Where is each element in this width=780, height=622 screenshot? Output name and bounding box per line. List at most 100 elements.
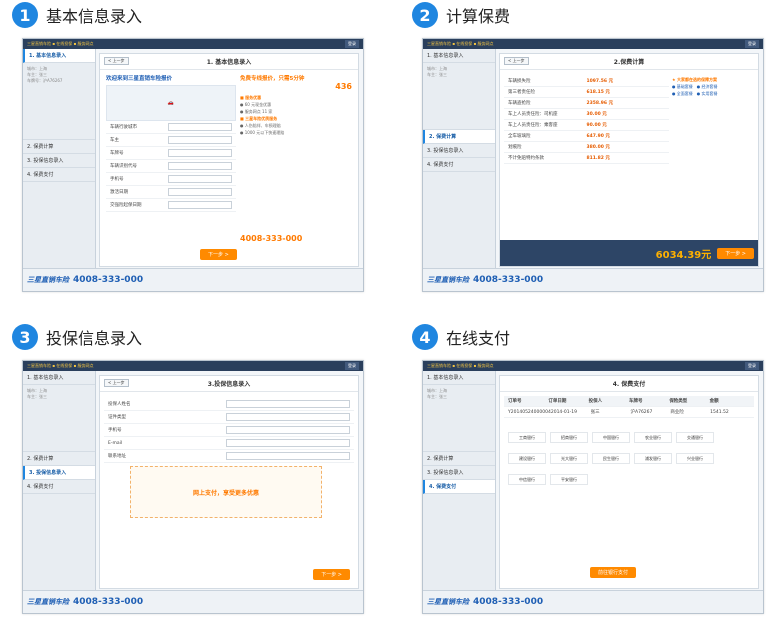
form-row: 交强险起保日期 [106, 199, 236, 212]
field-input[interactable] [226, 400, 350, 408]
coverage-price: 811.82 元 [586, 156, 610, 161]
field-input[interactable] [168, 175, 232, 183]
bank-option[interactable]: 交通银行 [676, 432, 714, 443]
sidebar-item-quote[interactable]: 2. 保费计算 [23, 140, 95, 154]
form-row: 车辆识别代号 [106, 160, 236, 173]
car-image: 🚗 [106, 85, 236, 121]
sidebar-item-pay[interactable]: 4. 保费支付 [23, 480, 95, 494]
sidebar-item-basic[interactable]: 1. 基本信息录入 [23, 49, 95, 63]
next-button[interactable]: 下一步 > [313, 569, 350, 580]
sidebar-item-insure[interactable]: 3. 投保信息录入 [23, 466, 95, 480]
footer-hotline: 4008-333-000 [73, 275, 144, 285]
bank-option[interactable]: 兴业银行 [676, 453, 714, 464]
field-label: 证件类型 [108, 415, 126, 420]
sidebar-item-basic[interactable]: 1. 基本信息录入 [23, 371, 95, 385]
step-4: 4 在线支付 三星直销车险 ▪ 在线投保 ▪ 服务网点 登录 1. 基本信息录入 城… [400, 322, 770, 622]
order-col: 金额 [709, 399, 719, 404]
coverage-price: 618.15 元 [586, 90, 610, 95]
field-label: E-mail [108, 440, 123, 446]
banner-text: 网上支付，享受更多优惠 [192, 489, 259, 497]
field-input[interactable] [168, 136, 232, 144]
field-input[interactable] [226, 439, 350, 447]
login-button[interactable]: 登录 [745, 362, 759, 370]
sidebar-item-quote[interactable]: 2. 保费计算 [423, 130, 495, 144]
panel-title: 4. 保费支付 [500, 376, 758, 392]
coverage-row[interactable]: 车辆盗抢险 2358.96 元 [504, 98, 669, 109]
bank-option[interactable]: 建设银行 [508, 453, 546, 464]
back-button[interactable]: < 上一步 [104, 57, 129, 65]
sidebar-item-quote[interactable]: 2. 保费计算 [23, 452, 95, 466]
main-panel: 3.投保信息录入 < 上一步 投保人姓名 证件类型 手机号 E-mail 联系地址 网上… [99, 375, 359, 589]
coverage-name: 全车玻璃险 [508, 134, 531, 139]
field-input[interactable] [226, 452, 350, 460]
field-input[interactable] [168, 162, 232, 170]
coverage-row[interactable]: 车辆损失险 1097.56 元 [504, 76, 669, 87]
bank-option[interactable]: 光大银行 [550, 453, 588, 464]
main-panel: 1. 基本信息录入 < 上一步 欢迎来到三星直销车险报价 🚗 车辆行驶城市 车主车… [99, 53, 359, 267]
bank-option[interactable]: 民生银行 [592, 453, 630, 464]
order-table: 订单号 订单日期 投保人 车牌号 保险类型 金额 Y20140524000004 2014-… [504, 396, 754, 418]
step-1: 1 基本信息录入 三星直销车险 ▪ 在线投保 ▪ 服务网点 登录 1. 基本信息录入… [0, 0, 370, 300]
sidebar-item-basic[interactable]: 1. 基本信息录入 [423, 49, 495, 63]
next-button[interactable]: 下一步 > [200, 249, 237, 260]
sidebar: 1. 基本信息录入 城市：上海 车主：张三 2. 保费计算 3. 投保信息录入 4… [23, 371, 96, 591]
benefits-list: ■ 服务优惠 ● 60 元现金优惠 ● 服务网点 11 家 ■ 三星车险优质服务 … [240, 95, 285, 135]
bank-option[interactable]: 招商银行 [550, 432, 588, 443]
form-row: 手机号 [104, 424, 354, 437]
sidebar-item-pay[interactable]: 4. 保费支付 [423, 480, 495, 494]
main-panel: 4. 保费支付 订单号 订单日期 投保人 车牌号 保险类型 金额 Y20140524000… [499, 375, 759, 589]
brand-logo: 三星直销车险 [427, 598, 469, 606]
total-bar: 6034.39元 下一步 > [500, 240, 758, 266]
field-input[interactable] [226, 413, 350, 421]
sidebar-item-pay[interactable]: 4. 保费支付 [423, 158, 495, 172]
coverage-name: 车上人员责任险：司机座 [508, 112, 558, 117]
coverage-name: 车辆损失险 [508, 79, 531, 84]
panel-title: 1. 基本信息录入 [100, 54, 358, 70]
bank-option[interactable]: 浦发银行 [634, 453, 672, 464]
sidebar-item-basic[interactable]: 1. 基本信息录入 [423, 371, 495, 385]
coverage-price: 380.00 元 [586, 145, 610, 150]
order-val: 1541.52 [710, 409, 729, 415]
coverage-row[interactable]: 第三者责任险 618.15 元 [504, 87, 669, 98]
field-input[interactable] [226, 426, 350, 434]
field-input[interactable] [168, 201, 232, 209]
bank-option[interactable]: 中信银行 [508, 474, 546, 485]
field-input[interactable] [168, 123, 232, 131]
coverage-row[interactable]: 划痕险 380.00 元 [504, 142, 669, 153]
sidebar-item-insure[interactable]: 3. 投保信息录入 [423, 466, 495, 480]
login-button[interactable]: 登录 [345, 40, 359, 48]
coverage-row[interactable]: 全车玻璃险 647.90 元 [504, 131, 669, 142]
sidebar-item-quote[interactable]: 2. 保费计算 [423, 452, 495, 466]
coverage-row[interactable]: 车上人员责任险：乘客座 90.00 元 [504, 120, 669, 131]
back-button[interactable]: < 上一步 [104, 379, 129, 387]
brand-logo: 三星直销车险 [427, 276, 469, 284]
bank-list: 工商银行 招商银行 中国银行 农业银行 交通银行建设银行 光大银行 民生银行 浦发银行 兴业银行… [506, 424, 752, 487]
back-button[interactable]: < 上一步 [504, 57, 529, 65]
bank-option[interactable]: 农业银行 [634, 432, 672, 443]
login-button[interactable]: 登录 [345, 362, 359, 370]
coverage-name: 划痕险 [508, 145, 522, 150]
order-val: 沪A76267 [630, 410, 653, 415]
step-2: 2 计算保费 三星直销车险 ▪ 在线投保 ▪ 服务网点 登录 1. 基本信息录入 城… [400, 0, 770, 300]
field-input[interactable] [168, 149, 232, 157]
coverage-price: 90.00 元 [586, 123, 607, 128]
coverage-row[interactable]: 车上人员责任险：司机座 30.00 元 [504, 109, 669, 120]
bank-option[interactable]: 平安银行 [550, 474, 588, 485]
coverage-row[interactable]: 不计免赔特约条款 811.82 元 [504, 153, 669, 164]
pay-button[interactable]: 前往银行支付 [590, 567, 637, 578]
field-label: 激活日期 [110, 190, 128, 195]
footer-hotline: 4008-333-000 [473, 597, 544, 607]
login-button[interactable]: 登录 [745, 40, 759, 48]
sidebar-item-insure[interactable]: 3. 投保信息录入 [423, 144, 495, 158]
bank-option[interactable]: 中国银行 [592, 432, 630, 443]
next-button[interactable]: 下一步 > [717, 247, 754, 259]
sidebar-item-pay[interactable]: 4. 保费支付 [23, 168, 95, 182]
brand-logo: 三星直销车险 [27, 598, 69, 606]
step-number: 4 [412, 324, 438, 350]
field-input[interactable] [168, 188, 232, 196]
bank-option[interactable]: 工商银行 [508, 432, 546, 443]
sidebar-item-insure[interactable]: 3. 投保信息录入 [23, 154, 95, 168]
coverage-price: 1097.56 元 [586, 79, 614, 84]
coverage-name: 车上人员责任险：乘客座 [508, 123, 558, 128]
step-title: 在线支付 [446, 329, 511, 348]
